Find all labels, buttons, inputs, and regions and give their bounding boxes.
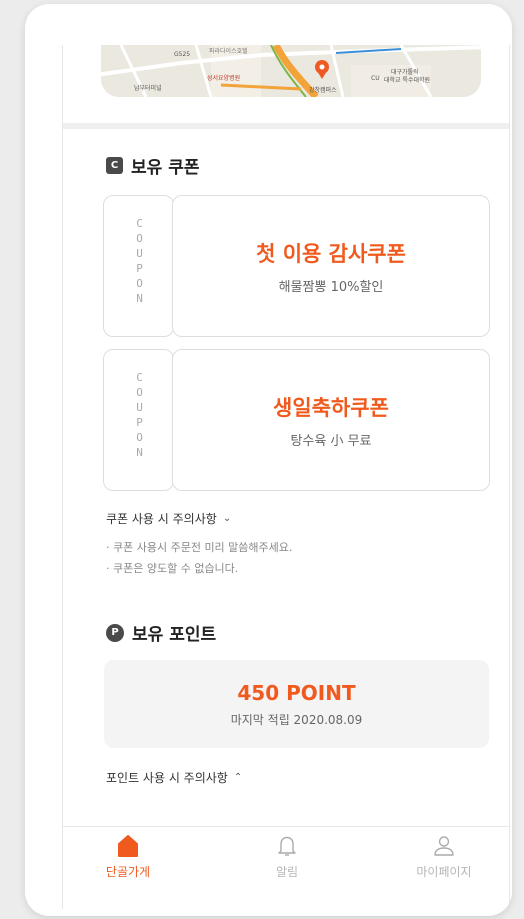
coupon-section-header: C 보유 쿠폰	[106, 153, 199, 178]
coupon-body: 첫 이용 감사쿠폰 해물짬뽕 10%할인	[172, 195, 490, 337]
chevron-up-icon: ⌃	[233, 772, 243, 783]
coupon-notice-toggle[interactable]: 쿠폰 사용 시 주의사항 ⌄	[106, 510, 231, 527]
nav-item-favorite-stores[interactable]: 단골가게	[73, 833, 183, 880]
coupon-notice-label: 쿠폰 사용 시 주의사항	[106, 512, 217, 526]
coupon-description: 탕수육 小 무료	[290, 433, 372, 449]
point-notice-toggle[interactable]: 포인트 사용 시 주의사항 ⌃	[106, 769, 242, 786]
point-summary-card: 450 POINT 마지막 적립 2020.08.09	[104, 660, 489, 748]
app-screen: G525 파라다이스호텔 남부터미널 성서요양병원 대구가톨릭 대학교 특수대학…	[62, 45, 510, 909]
coupon-section-title: 보유 쿠폰	[131, 158, 200, 178]
chevron-down-icon: ⌄	[222, 513, 232, 524]
coupon-name: 생일축하쿠폰	[273, 395, 389, 420]
coupon-notice-item: · 쿠폰 사용시 주문전 미리 말씀해주세요.	[106, 541, 293, 554]
map-label-campus: 강창캠퍼스	[309, 87, 337, 94]
coupon-name: 첫 이용 감사쿠폰	[256, 241, 406, 266]
bell-icon	[278, 836, 296, 856]
bottom-navigation: 단골가게 알림 마이페이지	[63, 826, 509, 909]
point-balance: 450 POINT	[237, 680, 356, 705]
coupon-card[interactable]: COUPON 첫 이용 감사쿠폰 해물짬뽕 10%할인	[103, 195, 490, 337]
point-badge-icon: P	[106, 623, 124, 642]
coupon-body: 생일축하쿠폰 탕수육 小 무료	[172, 349, 490, 491]
coupon-stub-label: COUPON	[136, 217, 143, 305]
user-icon	[434, 836, 454, 856]
store-map[interactable]: G525 파라다이스호텔 남부터미널 성서요양병원 대구가톨릭 대학교 특수대학…	[101, 45, 481, 97]
map-label-g525: G525	[174, 51, 191, 58]
map-label-grad-school: 대학교 특수대학원	[384, 77, 431, 84]
point-last-accrual: 마지막 적립 2020.08.09	[230, 712, 363, 727]
point-notice-label: 포인트 사용 시 주의사항	[106, 771, 228, 785]
phone-frame: G525 파라다이스호텔 남부터미널 성서요양병원 대구가톨릭 대학교 특수대학…	[25, 4, 512, 916]
coupon-card[interactable]: COUPON 생일축하쿠폰 탕수육 小 무료	[103, 349, 490, 491]
coupon-badge-icon: C	[106, 157, 123, 174]
coupon-stub-label: COUPON	[136, 371, 143, 459]
nav-label: 알림	[275, 865, 299, 879]
point-section-title: 보유 포인트	[132, 625, 217, 645]
map-label-terminal: 남부터미널	[134, 85, 162, 92]
nav-item-notifications[interactable]: 알림	[232, 833, 342, 880]
map-label-cu: CU	[371, 75, 380, 82]
nav-label: 마이페이지	[416, 865, 472, 879]
nav-label: 단골가게	[105, 865, 151, 879]
map-label-hotel: 파라다이스호텔	[209, 48, 248, 55]
coupon-description: 해물짬뽕 10%할인	[278, 279, 384, 295]
coupon-stub: COUPON	[103, 195, 174, 337]
nav-item-mypage[interactable]: 마이페이지	[389, 833, 499, 880]
coupon-stub: COUPON	[103, 349, 174, 491]
point-section-header: P 보유 포인트	[106, 620, 216, 645]
map-label-hospital: 성서요양병원	[207, 75, 241, 82]
home-icon	[118, 835, 138, 857]
coupon-notice-item: · 쿠폰은 양도할 수 없습니다.	[106, 562, 239, 575]
section-divider	[63, 123, 509, 129]
